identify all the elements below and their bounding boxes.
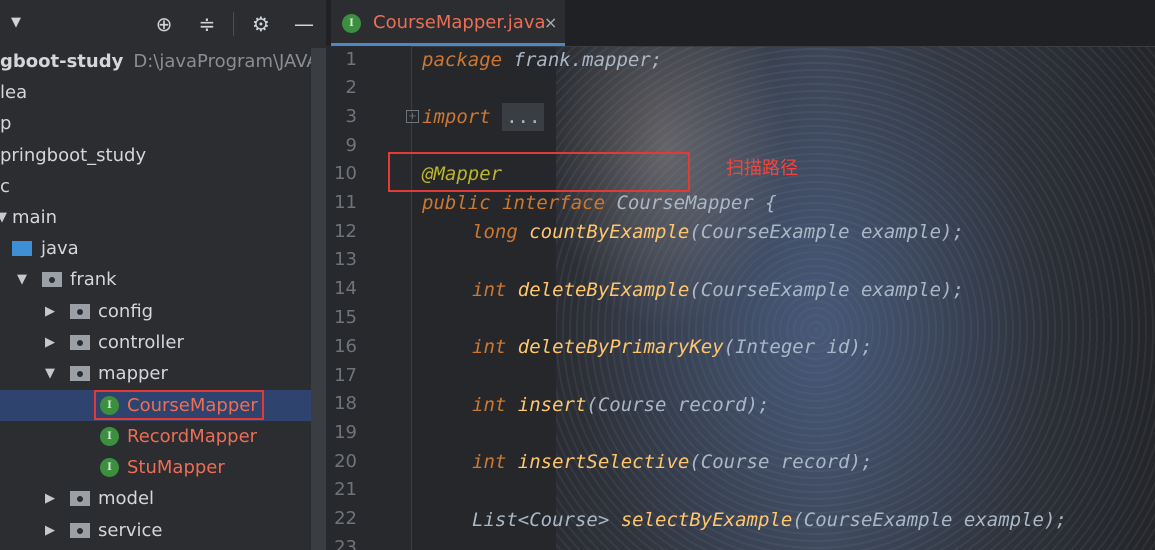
code-line-16: int deleteByPrimaryKey(Integer id);	[472, 336, 873, 358]
interface-icon: I	[342, 14, 361, 33]
tree-item-label: RecordMapper	[127, 426, 258, 447]
line-number: 2	[345, 77, 357, 98]
tree-item-label: config	[98, 301, 154, 322]
tab-title: CourseMapper.java	[373, 12, 546, 33]
tree-item-pringboot-study[interactable]: pringboot_study	[0, 140, 326, 171]
chevron-right-icon[interactable]: ▶	[42, 483, 58, 514]
line-number: 16	[334, 336, 357, 357]
tree-item-label: p	[0, 113, 12, 134]
code-line-18: int insert(Course record);	[472, 394, 770, 416]
tree-item-frank[interactable]: ▼ frank	[0, 264, 326, 295]
code-line-20: int insertSelective(Course record);	[472, 451, 873, 473]
code-line-11: public interface CourseMapper {	[422, 192, 777, 214]
code-line-22: List<Course> selectByExample(CourseExamp…	[472, 509, 1067, 531]
line-number: 15	[334, 307, 357, 328]
editor-tab-bar: I CourseMapper.java ×	[326, 0, 1155, 47]
code-line-14: int deleteByExample(CourseExample exampl…	[472, 279, 964, 301]
chevron-down-icon[interactable]: ▼	[42, 358, 58, 389]
close-icon[interactable]: ×	[544, 0, 557, 46]
tree-item-label: StuMapper	[127, 457, 225, 478]
chevron-down-icon[interactable]: ▼	[6, 13, 26, 33]
tree-item-mapper[interactable]: ▼ mapper	[0, 358, 326, 389]
line-number-gutter: 1 2 3 9 10 11 12 13 14 15 16 17 18 19 20 21 22 23	[326, 46, 412, 550]
tree-item-label: main	[12, 207, 57, 228]
tree-item-label: mapper	[98, 363, 168, 384]
line-number: 13	[334, 249, 357, 270]
ide-window: ▼ ⊕ ≑ ⚙ — gboot-study D:\javaProgram\JAVA…	[0, 0, 1155, 550]
chevron-down-icon[interactable]: ▼	[0, 202, 10, 233]
line-number: 20	[334, 451, 357, 472]
line-number: 22	[334, 508, 357, 529]
tree-item-gboot-study[interactable]: gboot-study D:\javaProgram\JAVA\sp	[0, 46, 326, 77]
tree-item-label: service	[98, 520, 163, 541]
highlight-box-mapper-annotation	[388, 152, 690, 192]
collapse-all-icon[interactable]: ≑	[193, 10, 221, 38]
package-folder-icon	[42, 272, 62, 287]
tree-item-label: controller	[98, 332, 184, 353]
line-number: 11	[334, 192, 357, 213]
tree-item-label: c	[0, 176, 10, 197]
line-number: 3	[345, 106, 357, 127]
tree-item-config[interactable]: ▶ config	[0, 296, 326, 327]
tree-item-p[interactable]: p	[0, 108, 326, 139]
minimize-icon[interactable]: —	[290, 10, 318, 38]
chevron-right-icon[interactable]: ▶	[42, 296, 58, 327]
fold-toggle-icon[interactable]: +	[406, 110, 419, 123]
code-line-12: long countByExample(CourseExample exampl…	[472, 221, 964, 243]
tree-item-model[interactable]: ▶ model	[0, 483, 326, 514]
project-path: D:\javaProgram\JAVA\sp	[133, 51, 326, 72]
locate-target-icon[interactable]: ⊕	[150, 10, 178, 38]
package-folder-icon	[70, 523, 90, 538]
tree-item-label: model	[98, 488, 155, 509]
line-number: 1	[345, 49, 357, 70]
tree-item-label: java	[41, 238, 79, 259]
project-toolbar: ▼ ⊕ ≑ ⚙ —	[0, 0, 326, 48]
chevron-down-icon[interactable]: ▼	[14, 264, 30, 295]
project-panel: ▼ ⊕ ≑ ⚙ — gboot-study D:\javaProgram\JAVA…	[0, 0, 326, 550]
tree-item-label: frank	[70, 269, 117, 290]
package-folder-icon	[70, 335, 90, 350]
package-folder-icon	[70, 304, 90, 319]
toolbar-divider	[233, 12, 234, 36]
interface-icon: I	[100, 458, 119, 477]
package-folder-icon	[70, 491, 90, 506]
tree-item-label: lea	[0, 82, 28, 103]
tree-item-recordmapper[interactable]: I RecordMapper	[0, 421, 326, 452]
chevron-right-icon[interactable]: ▶	[42, 515, 58, 546]
annotation-note: 扫描路径	[726, 158, 798, 179]
source-folder-icon	[12, 241, 32, 256]
folded-imports[interactable]: ...	[502, 103, 545, 131]
line-number: 17	[334, 365, 357, 386]
line-number: 21	[334, 479, 357, 500]
line-number: 23	[334, 537, 357, 550]
tab-coursemapper-java[interactable]: I CourseMapper.java ×	[331, 0, 565, 46]
tree-item-c[interactable]: c	[0, 171, 326, 202]
line-number: 12	[334, 221, 357, 242]
line-number: 14	[334, 278, 357, 299]
scrollbar[interactable]	[311, 48, 326, 550]
tree-item-service[interactable]: ▶ service	[0, 515, 326, 546]
tree-item-label: gboot-study D:\javaProgram\JAVA\sp	[0, 46, 326, 77]
chevron-right-icon[interactable]: ▶	[42, 327, 58, 358]
tree-item-stumapper[interactable]: I StuMapper	[0, 452, 326, 483]
tree-item-label: pringboot_study	[0, 145, 147, 166]
gear-icon[interactable]: ⚙	[247, 10, 275, 38]
interface-icon: I	[100, 427, 119, 446]
tree-item-java[interactable]: java	[0, 233, 326, 264]
line-number: 19	[334, 422, 357, 443]
line-number: 9	[345, 135, 357, 156]
highlight-box-coursemapper	[94, 390, 264, 420]
code-line-1: package frank.mapper;	[422, 49, 663, 71]
line-number: 18	[334, 393, 357, 414]
line-number: 10	[334, 163, 357, 184]
tree-item-main[interactable]: ▼ main	[0, 202, 326, 233]
tree-item-lea[interactable]: lea	[0, 77, 326, 108]
tree-item-controller[interactable]: ▶ controller	[0, 327, 326, 358]
package-folder-icon	[70, 366, 90, 381]
code-editor[interactable]: I CourseMapper.java × 1 2 3 9 10 11 12 13 14 15 16…	[326, 0, 1155, 550]
code-line-3: import ...	[422, 103, 545, 131]
